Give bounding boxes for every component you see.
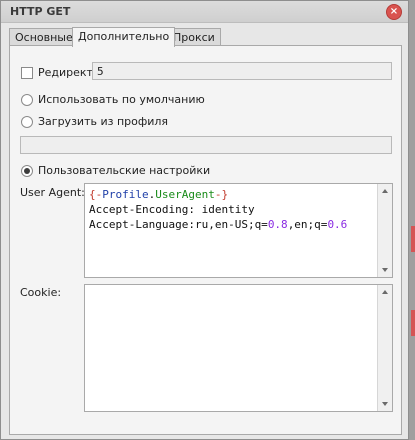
arrow-down-icon[interactable] (382, 402, 388, 406)
arrow-up-icon[interactable] (382, 189, 388, 193)
redirect-checkbox[interactable] (21, 67, 33, 79)
tab-panel-advanced: Редирект 5 Использовать по умолчанию Заг… (9, 45, 402, 435)
user-agent-content: {-Profile.UserAgent-} Accept-Encoding: id… (89, 187, 372, 232)
user-agent-token: UserAgent (155, 188, 215, 201)
user-agent-token: Accept-Language:ru,en-US;q= (89, 218, 268, 231)
user-agent-token: 0.6 (327, 218, 348, 231)
user-agent-line: {-Profile.UserAgent-} (89, 187, 372, 202)
user-agent-textarea[interactable]: {-Profile.UserAgent-} Accept-Encoding: id… (84, 183, 393, 278)
user-agent-label: User Agent: (20, 186, 85, 199)
cookie-label: Cookie: (20, 286, 62, 299)
close-icon: × (389, 6, 399, 17)
arrow-up-icon[interactable] (382, 290, 388, 294)
load-profile-label: Загрузить из профиля (38, 115, 169, 128)
user-agent-token: -} (214, 188, 229, 201)
title-bar[interactable]: HTTP GET × (1, 1, 408, 23)
profile-path-field[interactable] (20, 136, 392, 154)
user-agent-line: Accept-Encoding: identity (89, 202, 372, 217)
user-agent-token: 0.8 (267, 218, 288, 231)
user-agent-token: Profile (102, 188, 149, 201)
user-agent-line: Accept-Language:ru,en-US;q=0.8,en;q=0.6 (89, 217, 372, 232)
custom-settings-radio[interactable] (21, 165, 33, 177)
background-marker (411, 226, 415, 252)
redirect-count-field[interactable]: 5 (92, 62, 392, 80)
tab-basic[interactable]: Основные (9, 28, 79, 46)
user-agent-token: Accept-Encoding: identity (89, 203, 255, 216)
cookie-textarea[interactable] (84, 284, 393, 412)
user-agent-token: {- (89, 188, 103, 201)
use-default-radio[interactable] (21, 94, 33, 106)
user-agent-token: ,en;q= (287, 218, 328, 231)
custom-settings-label: Пользовательские настройки (38, 164, 211, 177)
http-get-dialog: HTTP GET × Основные Дополнительно Прокси… (0, 0, 409, 440)
load-profile-radio[interactable] (21, 116, 33, 128)
use-default-label: Использовать по умолчанию (38, 93, 205, 106)
user-agent-scrollbar[interactable] (377, 184, 392, 277)
background-marker (411, 310, 415, 336)
tab-advanced[interactable]: Дополнительно (72, 27, 176, 47)
redirect-label: Редирект (38, 66, 93, 79)
close-button[interactable]: × (386, 4, 402, 20)
dialog-title: HTTP GET (10, 5, 71, 18)
arrow-down-icon[interactable] (382, 268, 388, 272)
cookie-scrollbar[interactable] (377, 285, 392, 411)
background-window-edge (409, 0, 415, 440)
